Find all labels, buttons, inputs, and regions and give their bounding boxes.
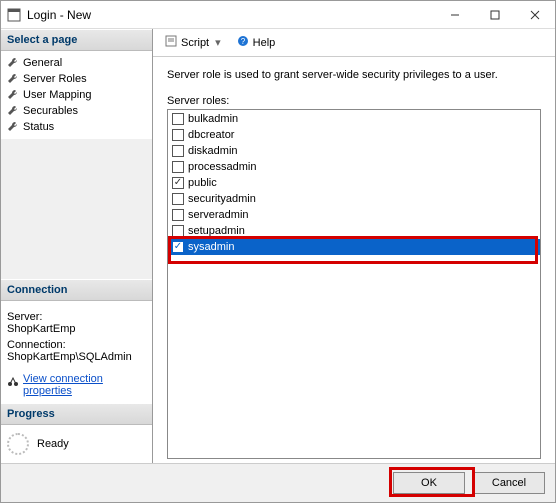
- page-label: User Mapping: [23, 89, 91, 101]
- dialog-footer: OK Cancel: [1, 463, 555, 502]
- role-checkbox[interactable]: [172, 145, 184, 157]
- role-name: sysadmin: [188, 241, 234, 253]
- role-name: processadmin: [188, 161, 256, 173]
- role-name: dbcreator: [188, 129, 234, 141]
- role-row[interactable]: dbcreator: [168, 127, 540, 143]
- role-checkbox[interactable]: [172, 129, 184, 141]
- close-button[interactable]: [515, 2, 555, 28]
- page-general[interactable]: General: [3, 55, 150, 71]
- wrench-icon: [7, 121, 19, 133]
- sidebar: Select a page General Server Roles User …: [1, 29, 153, 463]
- page-label: Status: [23, 121, 54, 133]
- role-row[interactable]: diskadmin: [168, 143, 540, 159]
- ok-button[interactable]: OK: [393, 472, 465, 494]
- page-securables[interactable]: Securables: [3, 103, 150, 119]
- connection-info: Server: ShopKartEmp Connection: ShopKart…: [1, 301, 152, 403]
- role-name: diskadmin: [188, 145, 238, 157]
- connection-value: ShopKartEmp\SQLAdmin: [7, 351, 146, 363]
- role-name: setupadmin: [188, 225, 245, 237]
- wrench-icon: [7, 57, 19, 69]
- page-status[interactable]: Status: [3, 119, 150, 135]
- wrench-icon: [7, 73, 19, 85]
- role-row[interactable]: serveradmin: [168, 207, 540, 223]
- server-roles-list[interactable]: bulkadmin dbcreator diskadmin processadmin p…: [167, 109, 541, 459]
- role-checkbox[interactable]: [172, 225, 184, 237]
- page-list: General Server Roles User Mapping Secura…: [1, 51, 152, 139]
- help-button[interactable]: ? Help: [233, 33, 280, 52]
- progress-header: Progress: [1, 403, 152, 425]
- role-checkbox[interactable]: [172, 209, 184, 221]
- role-row[interactable]: sysadmin: [168, 239, 540, 255]
- role-checkbox[interactable]: [172, 177, 184, 189]
- minimize-button[interactable]: [435, 2, 475, 28]
- role-row[interactable]: bulkadmin: [168, 111, 540, 127]
- connection-label: Connection:: [7, 339, 146, 351]
- network-icon: [7, 375, 19, 390]
- window-title: Login - New: [27, 8, 435, 22]
- cancel-button[interactable]: Cancel: [473, 472, 545, 494]
- role-name: serveradmin: [188, 209, 249, 221]
- role-checkbox[interactable]: [172, 113, 184, 125]
- page-label: Securables: [23, 105, 78, 117]
- role-row[interactable]: setupadmin: [168, 223, 540, 239]
- help-icon: ?: [237, 35, 249, 50]
- progress-area: Ready: [1, 425, 152, 463]
- role-checkbox[interactable]: [172, 193, 184, 205]
- role-checkbox[interactable]: [172, 241, 184, 253]
- script-button[interactable]: Script ▾: [161, 33, 227, 52]
- view-connection-properties-link[interactable]: View connection properties: [23, 373, 146, 397]
- title-bar: Login - New: [1, 1, 555, 29]
- wrench-icon: [7, 105, 19, 117]
- role-checkbox[interactable]: [172, 161, 184, 173]
- role-row[interactable]: securityadmin: [168, 191, 540, 207]
- maximize-button[interactable]: [475, 2, 515, 28]
- connection-header: Connection: [1, 279, 152, 301]
- role-name: bulkadmin: [188, 113, 238, 125]
- progress-status: Ready: [37, 438, 69, 450]
- wrench-icon: [7, 89, 19, 101]
- help-label: Help: [253, 37, 276, 49]
- progress-spinner-icon: [7, 433, 29, 455]
- svg-text:?: ?: [240, 37, 245, 46]
- page-user-mapping[interactable]: User Mapping: [3, 87, 150, 103]
- server-label: Server:: [7, 311, 146, 323]
- page-server-roles[interactable]: Server Roles: [3, 71, 150, 87]
- script-label: Script: [181, 37, 209, 49]
- app-icon: [7, 8, 21, 22]
- role-name: public: [188, 177, 217, 189]
- page-label: General: [23, 57, 62, 69]
- page-description: Server role is used to grant server-wide…: [167, 69, 541, 81]
- server-value: ShopKartEmp: [7, 323, 146, 335]
- toolbar: Script ▾ ? Help: [153, 29, 555, 57]
- server-roles-label: Server roles:: [167, 95, 541, 107]
- select-page-header: Select a page: [1, 29, 152, 51]
- role-row[interactable]: public: [168, 175, 540, 191]
- role-row[interactable]: processadmin: [168, 159, 540, 175]
- dropdown-arrow-icon: ▾: [213, 36, 223, 49]
- script-icon: [165, 35, 177, 50]
- page-label: Server Roles: [23, 73, 87, 85]
- role-name: securityadmin: [188, 193, 256, 205]
